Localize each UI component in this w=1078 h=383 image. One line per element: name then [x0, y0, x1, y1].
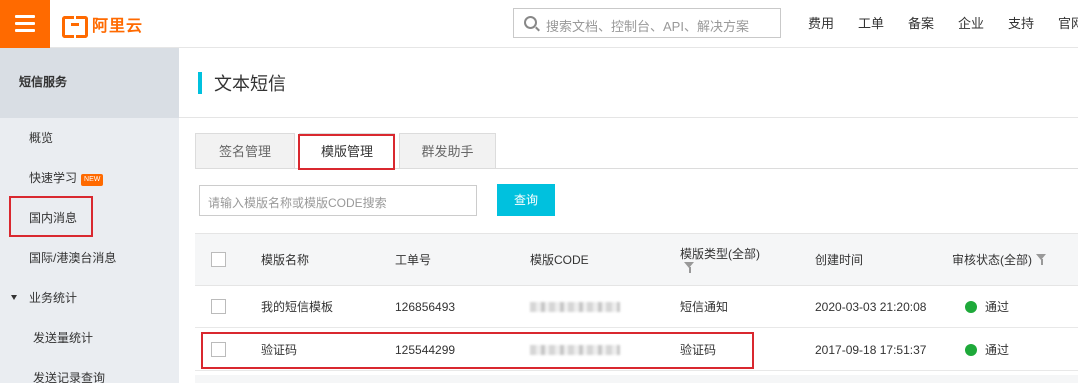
row-select-cell: [211, 286, 226, 327]
col-name: 模版名称: [261, 253, 310, 267]
filter-icon[interactable]: [1036, 254, 1047, 265]
sidebar-item-label: 发送量统计: [33, 331, 94, 345]
template-name: 验证码: [261, 343, 298, 357]
nav-beian[interactable]: 备案: [896, 0, 946, 48]
template-code-redacted: [530, 286, 620, 327]
status-approved-icon: [965, 300, 977, 313]
col-created: 创建时间: [815, 253, 864, 267]
sidebar-item-label: 快速学习: [29, 171, 78, 185]
table-row: 我的短信模板 126856493 短信通知 2020-03-03 21:20:0…: [195, 286, 1078, 328]
query-button[interactable]: 查询: [497, 184, 555, 216]
col-type[interactable]: 模版类型(全部): [680, 234, 760, 285]
table-footer: [195, 375, 1078, 383]
tab-template[interactable]: 模版管理: [299, 133, 395, 169]
col-status-label: 审核状态(全部): [952, 253, 1032, 267]
template-type: 短信通知: [680, 300, 729, 314]
sidebar-item-label: 业务统计: [29, 291, 78, 305]
nav-tickets[interactable]: 工单: [846, 0, 896, 48]
brand-name: 阿里云: [92, 18, 144, 35]
top-bar: 阿里云 搜索文档、控制台、API、解决方案 费用 工单 备案 企业 支持 官网: [0, 0, 1078, 48]
col-ticket: 工单号: [395, 253, 432, 267]
redacted-code-image: [530, 344, 620, 355]
status: 通过: [965, 329, 1009, 370]
sidebar-item-label: 发送记录查询: [33, 371, 106, 383]
top-nav: 费用 工单 备案 企业 支持 官网: [796, 0, 1078, 48]
col-type-label: 模版类型(全部): [680, 247, 760, 261]
tab-bar: 签名管理 模版管理 群发助手: [195, 133, 1078, 169]
row-checkbox[interactable]: [211, 299, 226, 314]
ticket-number: 125544299: [395, 342, 456, 357]
sidebar: 短信服务 概览 快速学习 NEW 国内消息 国际/港澳台消息 业务统计 发送量统计…: [0, 48, 179, 383]
sidebar-item-send-volume[interactable]: 发送量统计: [0, 318, 179, 358]
redacted-code-image: [530, 301, 620, 312]
sidebar-group-statistics[interactable]: 业务统计: [0, 278, 179, 318]
title-accent-bar: [198, 72, 202, 94]
status: 通过: [965, 286, 1009, 327]
filter-icon[interactable]: [684, 262, 695, 273]
sidebar-item-international[interactable]: 国际/港澳台消息: [0, 238, 179, 278]
page-title: 文本短信: [214, 74, 286, 94]
col-code: 模版CODE: [530, 253, 589, 267]
aliyun-logo-icon: [62, 16, 88, 38]
nav-enterprise[interactable]: 企业: [946, 0, 996, 48]
template-type: 验证码: [680, 343, 717, 357]
template-search-input[interactable]: 请输入模版名称或模版CODE搜索: [199, 185, 477, 216]
search-placeholder: 搜索文档、控制台、API、解决方案: [546, 19, 749, 34]
tab-signature[interactable]: 签名管理: [195, 133, 295, 169]
status-label: 通过: [985, 343, 1010, 357]
menu-icon[interactable]: [0, 0, 50, 48]
select-all-cell: [211, 234, 226, 285]
template-search-placeholder: 请输入模版名称或模版CODE搜索: [208, 196, 387, 210]
created-time: 2017-09-18 17:51:37: [815, 342, 927, 357]
tab-bulk-send[interactable]: 群发助手: [399, 133, 496, 169]
template-name: 我的短信模板: [261, 300, 334, 314]
sidebar-item-overview[interactable]: 概览: [0, 118, 179, 158]
caret-down-icon: [11, 295, 17, 300]
sidebar-item-send-records[interactable]: 发送记录查询: [0, 358, 179, 383]
nav-support[interactable]: 支持: [996, 0, 1046, 48]
search-icon: [524, 16, 537, 29]
new-badge: NEW: [81, 174, 104, 186]
aliyun-logo[interactable]: 阿里云: [62, 12, 144, 38]
row-select-cell: [211, 329, 226, 370]
table-row: 验证码 125544299 验证码 2017-09-18 17:51:37 通过: [195, 329, 1078, 371]
sidebar-item-domestic[interactable]: 国内消息: [0, 198, 179, 238]
col-status[interactable]: 审核状态(全部): [952, 234, 1047, 285]
sidebar-item-label: 国内消息: [29, 211, 78, 225]
table-header: 模版名称 工单号 模版CODE 模版类型(全部) 创建时间 审核状态(全部): [195, 233, 1078, 286]
sidebar-title: 短信服务: [0, 48, 179, 118]
search-input[interactable]: 搜索文档、控制台、API、解决方案: [513, 8, 781, 38]
select-all-checkbox[interactable]: [211, 252, 226, 267]
main-content: 文本短信 签名管理 模版管理 群发助手 请输入模版名称或模版CODE搜索 查询 …: [179, 48, 1078, 383]
status-label: 通过: [985, 300, 1010, 314]
ticket-number: 126856493: [395, 299, 456, 314]
row-checkbox[interactable]: [211, 342, 226, 357]
page-header: 文本短信: [179, 48, 1078, 118]
sidebar-item-label: 概览: [29, 131, 54, 145]
status-approved-icon: [965, 343, 977, 356]
template-code-redacted: [530, 329, 620, 370]
sidebar-item-label: 国际/港澳台消息: [29, 251, 117, 265]
sidebar-item-quickstart[interactable]: 快速学习 NEW: [0, 158, 179, 198]
nav-fees[interactable]: 费用: [796, 0, 846, 48]
nav-website[interactable]: 官网: [1046, 0, 1078, 48]
created-time: 2020-03-03 21:20:08: [815, 299, 927, 314]
